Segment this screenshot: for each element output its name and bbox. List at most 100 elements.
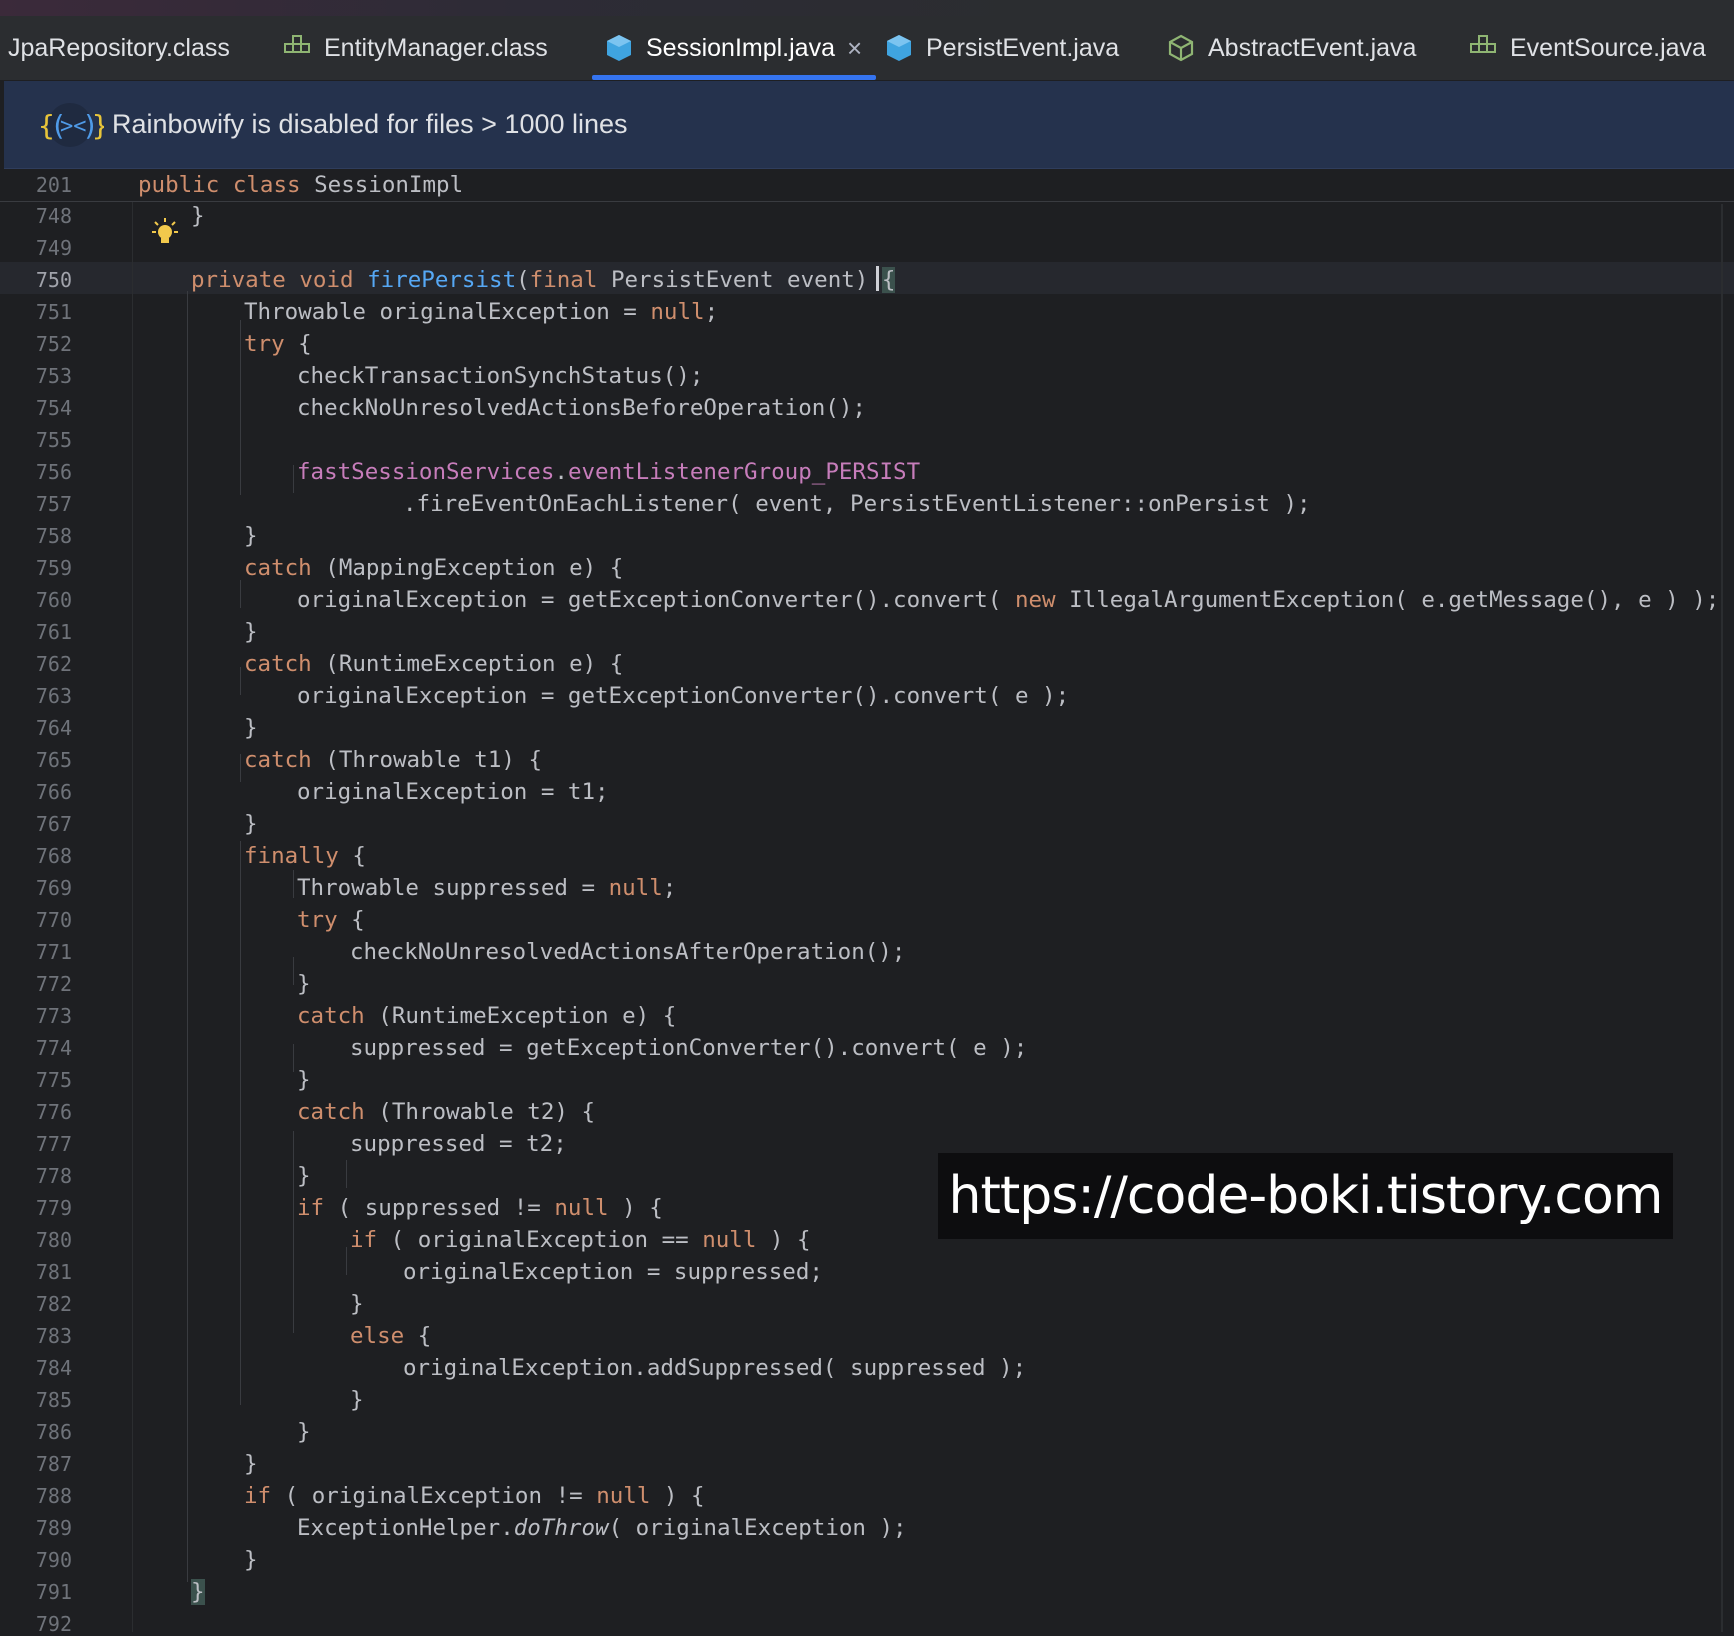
class-icon [887,35,911,61]
tab-entitymanager[interactable]: EntityManager.class [282,16,548,80]
line-number: 780 [35,1228,72,1252]
indent-guide [346,1160,347,1188]
code-line: catch (RuntimeException e) { [244,651,624,677]
code-line: if ( suppressed != null ) { [297,1195,663,1221]
line-number: 781 [35,1260,72,1284]
right-margin-line [1721,204,1723,1632]
line-number: 786 [35,1420,72,1444]
code-line: else { [350,1323,432,1349]
line-number: 752 [35,332,72,356]
tab-persistevent[interactable]: PersistEvent.java [884,16,1119,80]
tab-label: PersistEvent.java [926,33,1120,62]
tab-label: SessionImpl.java [646,33,835,62]
line-number: 773 [35,1004,72,1028]
rainbowify-icon: { ( >< ) } [38,102,104,147]
line-number: 756 [35,460,72,484]
code-line: } [244,619,258,645]
line-number: 754 [35,396,72,420]
line-number: 772 [35,972,72,996]
line-number: 779 [35,1196,72,1220]
line-number: 201 [35,173,72,197]
svg-text:}: } [92,109,104,142]
indent-guide [293,870,294,898]
rainbowify-notification-banner: { ( >< ) } Rainbowify is disabled for fi… [4,81,1734,169]
sticky-class-header[interactable]: 201 public class SessionImpl [0,169,1734,202]
line-number: 790 [35,1548,72,1572]
line-number: 760 [35,588,72,612]
code-line: checkNoUnresolvedActionsAfterOperation()… [350,939,906,965]
tab-jparepository[interactable]: JpaRepository.class [8,16,230,80]
code-line: } [191,203,205,229]
code-line: public class SessionImpl [138,172,464,198]
line-number: 787 [35,1452,72,1476]
line-number: 759 [35,556,72,580]
code-line: ExceptionHelper.doThrow( originalExcepti… [297,1515,907,1541]
code-line: suppressed = getExceptionConverter().con… [350,1035,1028,1061]
line-number: 776 [35,1100,72,1124]
close-icon[interactable]: × [847,33,862,64]
line-number: 767 [35,812,72,836]
gutter-separator [132,169,133,1632]
watermark: https://code-boki.tistory.com [938,1153,1673,1239]
code-line: } [244,523,258,549]
indent-guide [293,957,294,985]
code-line: if ( originalException == null ) { [350,1227,811,1253]
watermark-text: https://code-boki.tistory.com [948,1166,1664,1226]
line-number: 783 [35,1324,72,1348]
code-line: Throwable originalException = null; [244,299,719,325]
code-line: fastSessionServices.eventListenerGroup_P… [297,459,921,485]
tab-label: EntityManager.class [324,33,548,62]
code-line: catch (RuntimeException e) { [297,1003,677,1029]
abstract-class-icon [1168,34,1194,62]
tab-label: AbstractEvent.java [1208,33,1417,62]
code-editor[interactable]: 201 public class SessionImpl 748 749 750… [0,169,1734,1636]
line-number: 771 [35,940,72,964]
indent-guide [346,1247,347,1275]
line-number: 768 [35,844,72,868]
interface-icon [1470,35,1496,53]
code-line: } [297,1419,311,1445]
line-number: 778 [35,1164,72,1188]
banner-message: Rainbowify is disabled for files > 1000 … [112,109,628,139]
indent-guide [187,291,188,1582]
code-line: if ( originalException != null ) { [244,1483,705,1509]
line-number: 758 [35,524,72,548]
code-line: } [191,1579,205,1605]
class-icon [607,35,631,61]
code-line: finally { [244,843,366,869]
window-top-strip [0,0,1734,16]
line-number: 753 [35,364,72,388]
line-number: 749 [35,236,72,260]
code-line: try { [244,331,312,357]
line-number: 755 [35,428,72,452]
code-line: } [244,715,258,741]
line-number: 774 [35,1036,72,1060]
tab-eventsource[interactable]: EventSource.java [1468,16,1706,80]
tab-abstractevent[interactable]: AbstractEvent.java [1166,16,1416,80]
editor-tab-bar: JpaRepository.class EntityManager.class … [0,16,1734,81]
code-line: private void firePersist(final PersistEv… [191,267,896,293]
line-number: 775 [35,1068,72,1092]
line-number: 762 [35,652,72,676]
indent-guide [240,320,241,495]
indent-guide [240,841,241,1391]
line-number: 769 [35,876,72,900]
tab-sessionimpl[interactable]: SessionImpl.java × [592,16,877,80]
code-line: } [350,1291,364,1317]
line-number: 751 [35,300,72,324]
interface-icon [284,35,310,53]
code-line: originalException = suppressed; [403,1259,823,1285]
code-line: catch (Throwable t1) { [244,747,543,773]
code-line: .fireEventOnEachListener( event, Persist… [403,491,1311,517]
code-line: Throwable suppressed = null; [297,875,677,901]
line-number: 784 [35,1356,72,1380]
code-line: } [350,1387,364,1413]
code-line: checkTransactionSynchStatus(); [297,363,704,389]
code-line: } [244,1547,258,1573]
code-line: suppressed = t2; [350,1131,567,1157]
line-number: 791 [35,1580,72,1604]
line-number: 782 [35,1292,72,1316]
text-caret [876,266,879,291]
line-number: 748 [35,204,72,228]
lightbulb-icon[interactable] [148,217,182,251]
